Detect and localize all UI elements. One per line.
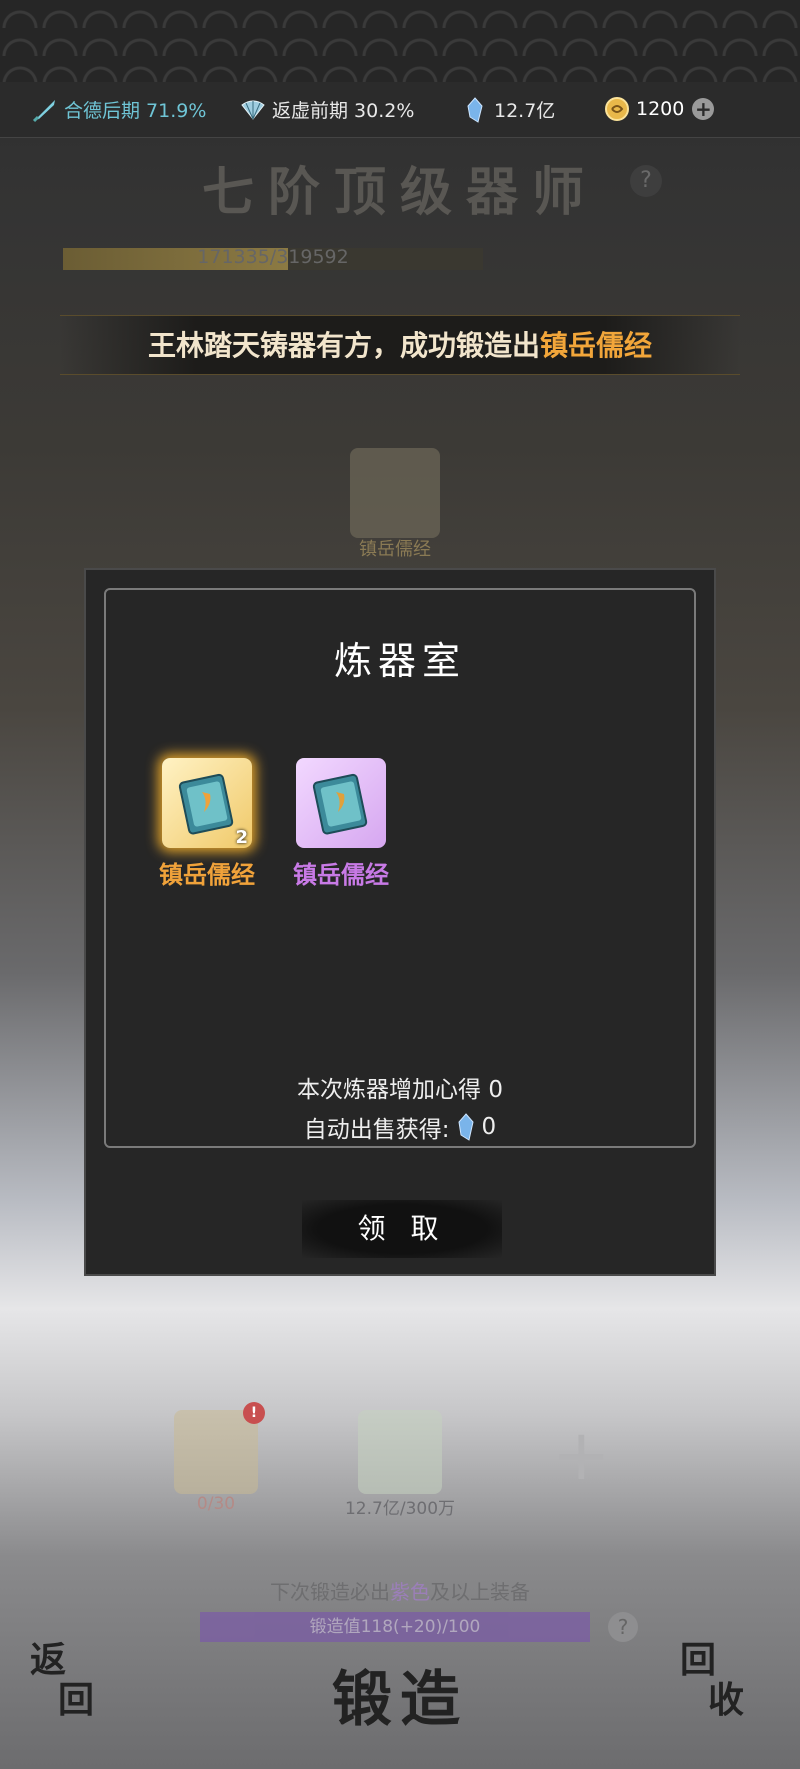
refinery-modal: 炼器室 2 镇岳儒经 镇岳儒经 本次炼器增加心得 0 自动出售获得: 0 领 取 bbox=[84, 568, 716, 1276]
rank-title: 七阶顶级器师 bbox=[201, 162, 598, 223]
alert-badge: ! bbox=[243, 1402, 265, 1424]
material-slot-ore[interactable] bbox=[174, 1410, 258, 1494]
hint-suffix: 及以上装备 bbox=[430, 1580, 530, 1604]
add-gold-button[interactable]: + bbox=[692, 98, 715, 120]
auto-sell-row: 自动出售获得: 0 bbox=[106, 1110, 694, 1144]
success-banner: 王林踏天铸器有方，成功锻造出镇岳儒经 bbox=[60, 315, 740, 375]
gold-resource[interactable]: 1200 + bbox=[604, 96, 715, 122]
background-item-icon bbox=[350, 448, 440, 538]
forge-button[interactable]: 锻造 bbox=[300, 1660, 500, 1740]
crystal-icon bbox=[467, 96, 483, 123]
item-count: 2 bbox=[235, 827, 248, 848]
stones-resource[interactable]: 12.7亿 bbox=[462, 96, 555, 123]
auto-sell-value: 0 bbox=[481, 1114, 497, 1140]
fan-icon bbox=[241, 100, 265, 120]
cultivation-level: 合德后期 71.9% bbox=[64, 100, 207, 122]
experience-text: 171335/319592 bbox=[197, 246, 349, 268]
banner-text: 王林踏天铸器有方，成功锻造出 bbox=[147, 329, 540, 362]
back-button[interactable]: 返 回 bbox=[30, 1640, 120, 1730]
material-slot-stones[interactable] bbox=[358, 1410, 442, 1494]
recycle-label-2: 收 bbox=[708, 1679, 745, 1721]
banner-item-name: 镇岳儒经 bbox=[540, 329, 653, 362]
sword-icon bbox=[32, 99, 55, 122]
hint-highlight: 紫色 bbox=[390, 1580, 430, 1604]
result-item-gold-name: 镇岳儒经 bbox=[159, 861, 255, 889]
spirit-level: 返虚前期 30.2% bbox=[272, 100, 415, 122]
resource-bar: 合德后期 71.9% 返虚前期 30.2% 12.7亿 1200 + bbox=[0, 82, 800, 138]
result-item-gold[interactable]: 2 bbox=[162, 758, 252, 848]
recycle-button[interactable]: 回 收 bbox=[680, 1640, 770, 1730]
forge-hint: 下次锻造必出紫色及以上装备 bbox=[0, 1576, 800, 1605]
top-wave-decoration bbox=[0, 0, 800, 82]
crystal-icon bbox=[458, 1113, 474, 1141]
help-icon[interactable]: ? bbox=[630, 165, 662, 197]
back-label-1: 返 bbox=[30, 1639, 67, 1681]
gold-count: 1200 bbox=[636, 98, 685, 120]
forge-value-bar: 锻造值118(+20)/100 bbox=[200, 1612, 590, 1642]
spirit-resource[interactable]: 返虚前期 30.2% bbox=[240, 96, 414, 123]
stones-requirement: 12.7亿/300万 bbox=[344, 1499, 456, 1519]
claim-button[interactable]: 领 取 bbox=[302, 1200, 502, 1258]
ore-count: 0/30 bbox=[196, 1494, 236, 1514]
book-icon bbox=[312, 773, 368, 835]
back-label-2: 回 bbox=[58, 1679, 95, 1721]
stones-count: 12.7亿 bbox=[494, 100, 556, 122]
book-icon bbox=[178, 773, 234, 835]
result-item-purple[interactable] bbox=[296, 758, 386, 848]
add-material-button[interactable]: + bbox=[552, 1420, 611, 1490]
modal-title: 炼器室 bbox=[333, 639, 466, 683]
modal-content-frame: 炼器室 2 镇岳儒经 镇岳儒经 本次炼器增加心得 0 自动出售获得: 0 bbox=[104, 588, 696, 1148]
auto-sell-label: 自动出售获得: bbox=[303, 1117, 450, 1143]
result-item-purple-name: 镇岳儒经 bbox=[293, 861, 389, 889]
forge-help-icon[interactable]: ? bbox=[608, 1612, 638, 1642]
recycle-label-1: 回 bbox=[680, 1639, 717, 1681]
exp-gain-text: 本次炼器增加心得 0 bbox=[297, 1077, 503, 1103]
coin-icon bbox=[605, 97, 629, 121]
cultivation-resource[interactable]: 合德后期 71.9% bbox=[32, 96, 206, 123]
hint-prefix: 下次锻造必出 bbox=[270, 1580, 390, 1604]
background-item-label: 镇岳儒经 bbox=[359, 539, 431, 560]
